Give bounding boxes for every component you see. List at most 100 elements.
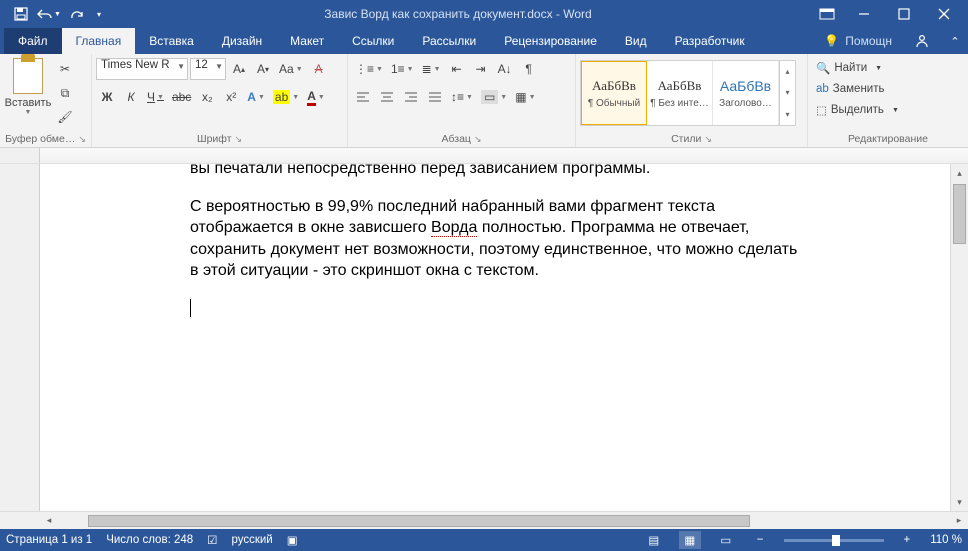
align-right-icon[interactable] xyxy=(400,86,422,108)
ribbon-display-options-icon[interactable] xyxy=(810,8,844,20)
save-icon[interactable] xyxy=(8,2,34,26)
font-launcher-icon[interactable]: ↘ xyxy=(235,134,243,145)
scroll-right-icon[interactable]: ▸ xyxy=(950,515,968,526)
tab-layout[interactable]: Макет xyxy=(276,28,338,54)
read-mode-icon[interactable]: ▤ xyxy=(643,531,665,549)
web-layout-icon[interactable]: ▭ xyxy=(715,531,737,549)
print-layout-icon[interactable]: ▦ xyxy=(679,531,701,549)
tab-mailings[interactable]: Рассылки xyxy=(408,28,490,54)
macro-record-icon[interactable]: ▣ xyxy=(287,533,298,547)
spellcheck-icon[interactable]: ☑ xyxy=(207,533,217,547)
tab-view[interactable]: Вид xyxy=(611,28,661,54)
zoom-in-icon[interactable]: + xyxy=(898,534,917,546)
copy-icon[interactable]: ⧉ xyxy=(54,82,76,104)
vertical-scrollbar[interactable]: ▴ ▾ xyxy=(950,164,968,511)
tab-review[interactable]: Рецензирование xyxy=(490,28,611,54)
undo-icon[interactable]: ▼ xyxy=(36,2,62,26)
maximize-icon[interactable] xyxy=(884,0,924,28)
font-size-combo[interactable]: 12▼ xyxy=(190,58,226,80)
clear-formatting-icon[interactable]: A xyxy=(308,58,330,80)
collapse-ribbon-icon[interactable]: ⌃ xyxy=(942,28,968,54)
italic-button[interactable]: К xyxy=(120,86,142,108)
zoom-level[interactable]: 110 % xyxy=(930,534,962,546)
ruler[interactable] xyxy=(0,148,968,164)
shrink-font-icon[interactable]: A▾ xyxy=(252,58,274,80)
close-icon[interactable] xyxy=(924,0,964,28)
change-case-icon[interactable]: Aa▼ xyxy=(276,58,306,80)
title-bar: ▼ ▾ Завис Ворд как сохранить документ.do… xyxy=(0,0,968,28)
tab-home[interactable]: Главная xyxy=(62,28,136,54)
font-name-combo[interactable]: Times New R▼ xyxy=(96,58,188,80)
format-painter-icon[interactable]: 🖌 xyxy=(54,106,76,128)
group-editing: 🔍Найти▼ abЗаменить ⬚Выделить▼ Редактиров… xyxy=(808,54,968,147)
group-styles: АаБбВв ¶ Обычный АаБбВв ¶ Без инте… АаБб… xyxy=(576,54,808,147)
document-scroll[interactable]: вы печатали непосредственно перед зависа… xyxy=(40,164,968,511)
select-button[interactable]: ⬚Выделить▼ xyxy=(812,100,903,120)
group-font: Times New R▼ 12▼ A▴ A▾ Aa▼ A Ж К Ч▼ abc … xyxy=(92,54,348,147)
multilevel-list-icon[interactable]: ≣▼ xyxy=(419,58,444,80)
underline-button[interactable]: Ч▼ xyxy=(144,86,167,108)
sort-icon[interactable]: A↓ xyxy=(494,58,516,80)
clipboard-launcher-icon[interactable]: ↘ xyxy=(78,134,86,145)
status-word-count[interactable]: Число слов: 248 xyxy=(106,534,193,546)
strikethrough-button[interactable]: abc xyxy=(169,86,194,108)
line-spacing-icon[interactable]: ↕≡▼ xyxy=(448,86,476,108)
bold-button[interactable]: Ж xyxy=(96,86,118,108)
highlight-icon[interactable]: ab▼ xyxy=(270,86,302,108)
show-marks-icon[interactable]: ¶ xyxy=(518,58,540,80)
cut-icon[interactable]: ✂ xyxy=(54,58,76,80)
hscroll-thumb[interactable] xyxy=(88,515,750,527)
align-center-icon[interactable] xyxy=(376,86,398,108)
shading-icon[interactable]: ▭▼ xyxy=(478,86,510,108)
font-color-icon[interactable]: A▼ xyxy=(304,86,328,108)
status-page[interactable]: Страница 1 из 1 xyxy=(6,534,92,546)
tab-file[interactable]: Файл xyxy=(4,28,62,54)
scroll-up-icon[interactable]: ▴ xyxy=(951,164,968,182)
paste-button[interactable]: Вставить ▼ xyxy=(4,56,52,116)
tell-me[interactable]: 💡 Помощн xyxy=(814,28,902,54)
styles-gallery[interactable]: АаБбВв ¶ Обычный АаБбВв ¶ Без инте… АаБб… xyxy=(580,60,796,126)
find-button[interactable]: 🔍Найти▼ xyxy=(812,58,903,78)
tab-design[interactable]: Дизайн xyxy=(208,28,276,54)
increase-indent-icon[interactable]: ⇥ xyxy=(470,58,492,80)
styles-more[interactable]: ▴▾▾ xyxy=(779,61,795,125)
horizontal-scrollbar[interactable]: ◂ ▸ xyxy=(0,511,968,529)
align-left-icon[interactable] xyxy=(352,86,374,108)
bullets-icon[interactable]: ⋮≡▼ xyxy=(352,58,386,80)
zoom-slider[interactable] xyxy=(784,539,884,542)
grow-font-icon[interactable]: A▴ xyxy=(228,58,250,80)
style-item-nospacing[interactable]: АаБбВв ¶ Без инте… xyxy=(647,61,713,125)
redo-icon[interactable] xyxy=(64,2,90,26)
borders-icon[interactable]: ▦▼ xyxy=(512,86,538,108)
style-item-heading1[interactable]: АаБбВв Заголово… xyxy=(713,61,779,125)
numbering-icon[interactable]: 1≡▼ xyxy=(388,58,417,80)
style-item-normal[interactable]: АаБбВв ¶ Обычный xyxy=(581,61,647,125)
replace-button[interactable]: abЗаменить xyxy=(812,79,903,99)
text-effects-icon[interactable]: A▼ xyxy=(244,86,268,108)
status-language[interactable]: русский xyxy=(231,534,272,546)
paragraph-launcher-icon[interactable]: ↘ xyxy=(474,134,482,145)
justify-icon[interactable] xyxy=(424,86,446,108)
document-page[interactable]: вы печатали непосредственно перед зависа… xyxy=(40,164,950,511)
minimize-icon[interactable] xyxy=(844,0,884,28)
decrease-indent-icon[interactable]: ⇤ xyxy=(446,58,468,80)
tab-insert[interactable]: Вставка xyxy=(135,28,208,54)
ribbon: Вставить ▼ ✂ ⧉ 🖌 Буфер обме…↘ Times New … xyxy=(0,54,968,148)
qat-customize-icon[interactable]: ▾ xyxy=(92,2,106,26)
ribbon-tabs: Файл Главная Вставка Дизайн Макет Ссылки… xyxy=(0,28,968,54)
scroll-thumb[interactable] xyxy=(953,184,966,244)
vertical-ruler[interactable] xyxy=(0,164,40,511)
lightbulb-icon: 💡 xyxy=(824,34,839,48)
zoom-out-icon[interactable]: − xyxy=(751,534,770,546)
document-paragraph: С вероятностью в 99,9% последний набранн… xyxy=(190,196,800,282)
search-icon: 🔍 xyxy=(816,61,830,75)
tab-developer[interactable]: Разработчик xyxy=(661,28,759,54)
scroll-down-icon[interactable]: ▾ xyxy=(951,493,968,511)
scroll-left-icon[interactable]: ◂ xyxy=(40,515,58,526)
paste-icon xyxy=(13,58,43,94)
share-button[interactable] xyxy=(902,28,942,54)
subscript-button[interactable]: x₂ xyxy=(196,86,218,108)
superscript-button[interactable]: x² xyxy=(220,86,242,108)
styles-launcher-icon[interactable]: ↘ xyxy=(704,134,712,145)
tab-references[interactable]: Ссылки xyxy=(338,28,408,54)
